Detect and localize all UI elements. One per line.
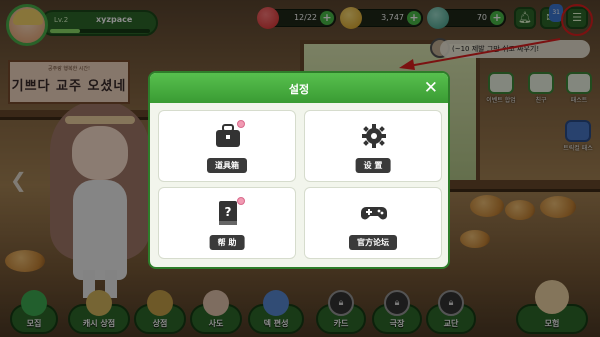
gamepad-icon: [361, 207, 387, 220]
help-tile[interactable]: ? 帮 助: [158, 187, 296, 259]
gear-icon: [362, 124, 386, 148]
game-screen: 공주랑 행복한 시간! 기쁘다 교주 오셨네 이벤트 합업 친구 패스트 트릭컬…: [0, 0, 600, 337]
settings-dialog: 설정 ✕ 道具箱 设 置 ? 帮 助 官方论坛: [148, 71, 450, 269]
dialog-title: 설정: [288, 83, 310, 96]
tile-label: 官方论坛: [349, 235, 397, 250]
dialog-header: 설정 ✕: [150, 73, 448, 103]
close-icon[interactable]: ✕: [424, 78, 438, 98]
toolbox-tile[interactable]: 道具箱: [158, 110, 296, 182]
tile-label: 设 置: [355, 158, 391, 173]
tile-label: 道具箱: [207, 158, 247, 173]
settings-tile[interactable]: 设 置: [304, 110, 442, 182]
forum-tile[interactable]: 官方论坛: [304, 187, 442, 259]
flower-icon: [237, 197, 245, 205]
svg-text:?: ?: [225, 205, 232, 219]
tile-label: 帮 助: [209, 235, 245, 250]
flower-icon: [237, 120, 245, 128]
